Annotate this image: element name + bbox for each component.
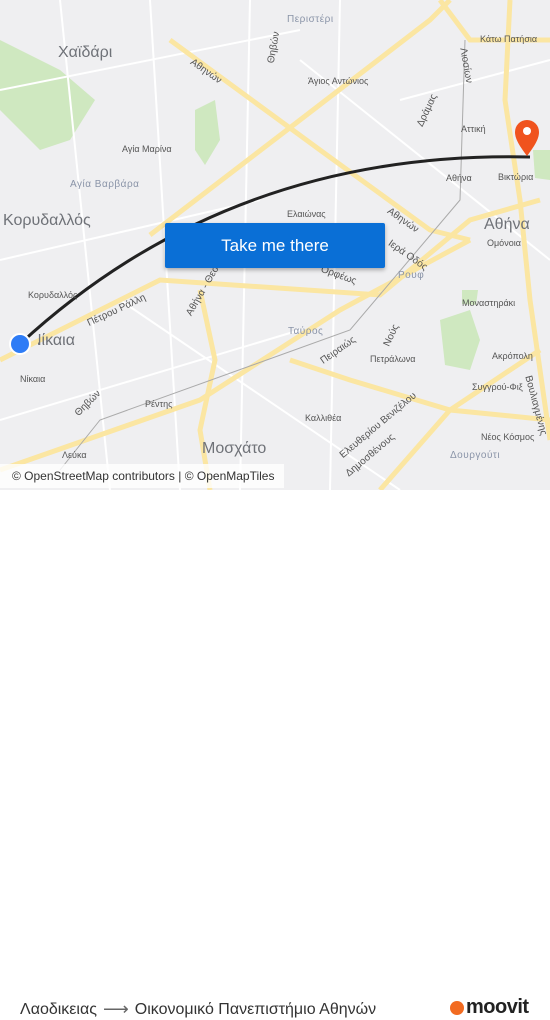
map-attribution[interactable]: © OpenStreetMap contributors | © OpenMap… (0, 464, 285, 488)
map-label: Συγγρού-Φιξ (472, 382, 523, 392)
map-label: Αγία Μαρίνα (122, 144, 172, 154)
map-label: Νέος Κόσμος (481, 432, 535, 442)
map-label: Ρέντης (145, 399, 173, 409)
map-label: Άγιος Αντώνιος (308, 76, 369, 86)
map-label: Αγία Βαρβάρα (70, 179, 140, 190)
map-label: Πετράλωνα (370, 354, 416, 364)
footer: Λαοδικειας ⟶ Οικονομικό Πανεπιστήμιο Αθη… (0, 490, 550, 1019)
map-label: Μοσχάτο (202, 440, 267, 457)
park (440, 310, 480, 370)
map-label: Νίκαια (20, 374, 46, 384)
map-label: Κάτω Πατήσια (480, 34, 538, 44)
map-label: Μοναστηράκι (462, 298, 516, 308)
arrow-right-icon: ⟶ (102, 999, 129, 1019)
park (195, 100, 220, 165)
origin-marker (9, 333, 31, 355)
map-label: Κορυδαλλός (3, 212, 91, 229)
park (533, 150, 550, 180)
map-label: Περιστέρι (287, 14, 334, 25)
map-label: Καλλιθέα (305, 413, 342, 423)
map-label: Ομόνοια (487, 238, 521, 248)
map-label: Δουργούτι (450, 450, 501, 461)
map-label: Ακρόπολη (492, 351, 533, 361)
brand-name: moovit (466, 996, 529, 1018)
map-label: Κορυδαλλός (28, 290, 78, 300)
map-label: Λεύκα (62, 450, 87, 460)
map-label: Χαϊδάρι (58, 44, 113, 61)
map-label: Ταύρος (288, 326, 324, 337)
route-summary: Λαοδικειας ⟶ Οικονομικό Πανεπιστήμιο Αθη… (20, 999, 376, 1020)
map-label: Αθήνα (484, 216, 530, 233)
map-label: Αττική (461, 124, 486, 134)
map-label: Ελαιώνας (287, 209, 326, 219)
map-label: Βικτώρια (498, 172, 534, 182)
map-label: Αθήνα (446, 173, 472, 183)
take-me-there-button[interactable]: Take me there (165, 223, 385, 268)
moovit-logo: moovit (450, 996, 529, 1019)
map[interactable]: Χαϊδάρι Περιστέρι Κάτω Πατήσια Άγιος Αντ… (0, 0, 550, 490)
moovit-pin-icon (450, 1000, 464, 1015)
destination-name: Οικονομικό Πανεπιστήμιο Αθηνών (134, 1000, 377, 1018)
origin-name: Λαοδικειας (20, 1000, 97, 1018)
